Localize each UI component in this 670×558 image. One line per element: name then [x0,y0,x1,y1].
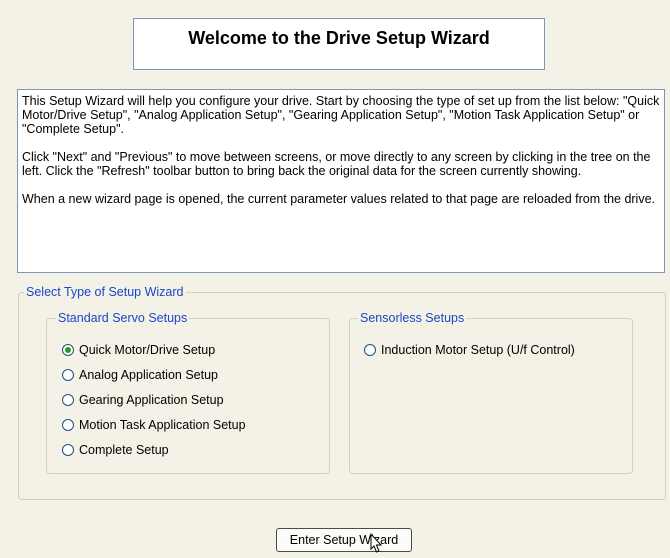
setup-type-group-legend: Select Type of Setup Wizard [24,285,186,299]
enter-setup-wizard-button[interactable]: Enter Setup Wizard [276,528,412,552]
intro-text-box: This Setup Wizard will help you configur… [17,89,665,273]
radio-unselected-icon [62,419,74,431]
sensorless-group-legend: Sensorless Setups [358,311,467,325]
radio-unselected-icon [62,394,74,406]
radio-gearing-application-setup[interactable]: Gearing Application Setup [62,391,224,409]
radio-complete-setup[interactable]: Complete Setup [62,441,169,459]
radio-unselected-icon [364,344,376,356]
intro-paragraph-3: When a new wizard page is opened, the cu… [22,192,656,206]
radio-label: Motion Task Application Setup [79,418,246,432]
radio-label: Gearing Application Setup [79,393,224,407]
radio-induction-motor-setup[interactable]: Induction Motor Setup (U/f Control) [364,341,575,359]
radio-label: Induction Motor Setup (U/f Control) [381,343,575,357]
radio-motion-task-application-setup[interactable]: Motion Task Application Setup [62,416,246,434]
standard-servo-group-legend: Standard Servo Setups [56,311,190,325]
radio-label: Complete Setup [79,443,169,457]
radio-analog-application-setup[interactable]: Analog Application Setup [62,366,218,384]
page-title: Welcome to the Drive Setup Wizard [133,18,545,70]
radio-label: Quick Motor/Drive Setup [79,343,216,357]
radio-unselected-icon [62,369,74,381]
intro-paragraph-1: This Setup Wizard will help you configur… [22,94,660,136]
radio-selected-icon [62,344,74,356]
radio-quick-motor-drive-setup[interactable]: Quick Motor/Drive Setup [62,341,215,359]
radio-label: Analog Application Setup [79,368,218,382]
radio-unselected-icon [62,444,74,456]
intro-paragraph-2: Click "Next" and "Previous" to move betw… [22,150,651,178]
mouse-pointer-icon [370,532,383,553]
